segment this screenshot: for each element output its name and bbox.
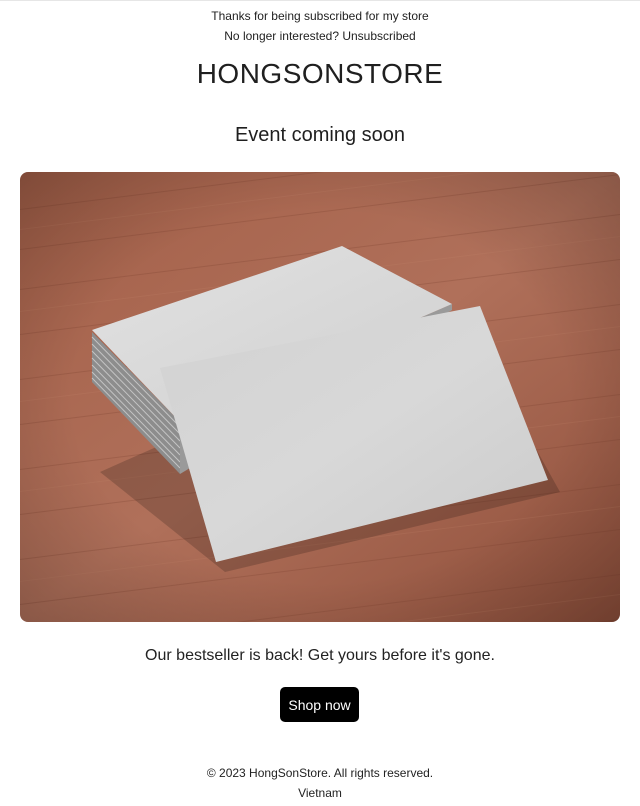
footer-country: Vietnam bbox=[298, 786, 342, 800]
event-headline: Event coming soon bbox=[234, 124, 406, 146]
brand-title: HONGSONSTORE bbox=[196, 58, 444, 89]
top-divider bbox=[0, 0, 640, 1]
preheader-unsubscribe-line: No longer interested? Unsubscribed bbox=[0, 29, 640, 43]
unsubscribe-link[interactable]: Unsubscribed bbox=[342, 29, 415, 43]
preheader-thanks: Thanks for being subscribed for my store bbox=[211, 9, 429, 23]
business-cards-image bbox=[20, 172, 620, 622]
footer-copyright: © 2023 HongSonStore. All rights reserved… bbox=[206, 766, 434, 780]
hero-image bbox=[20, 172, 620, 622]
unsubscribe-prefix: No longer interested? bbox=[224, 29, 343, 43]
shop-now-button[interactable]: Shop now bbox=[280, 687, 359, 722]
promo-tagline: Our bestseller is back! Get yours before… bbox=[145, 647, 495, 664]
